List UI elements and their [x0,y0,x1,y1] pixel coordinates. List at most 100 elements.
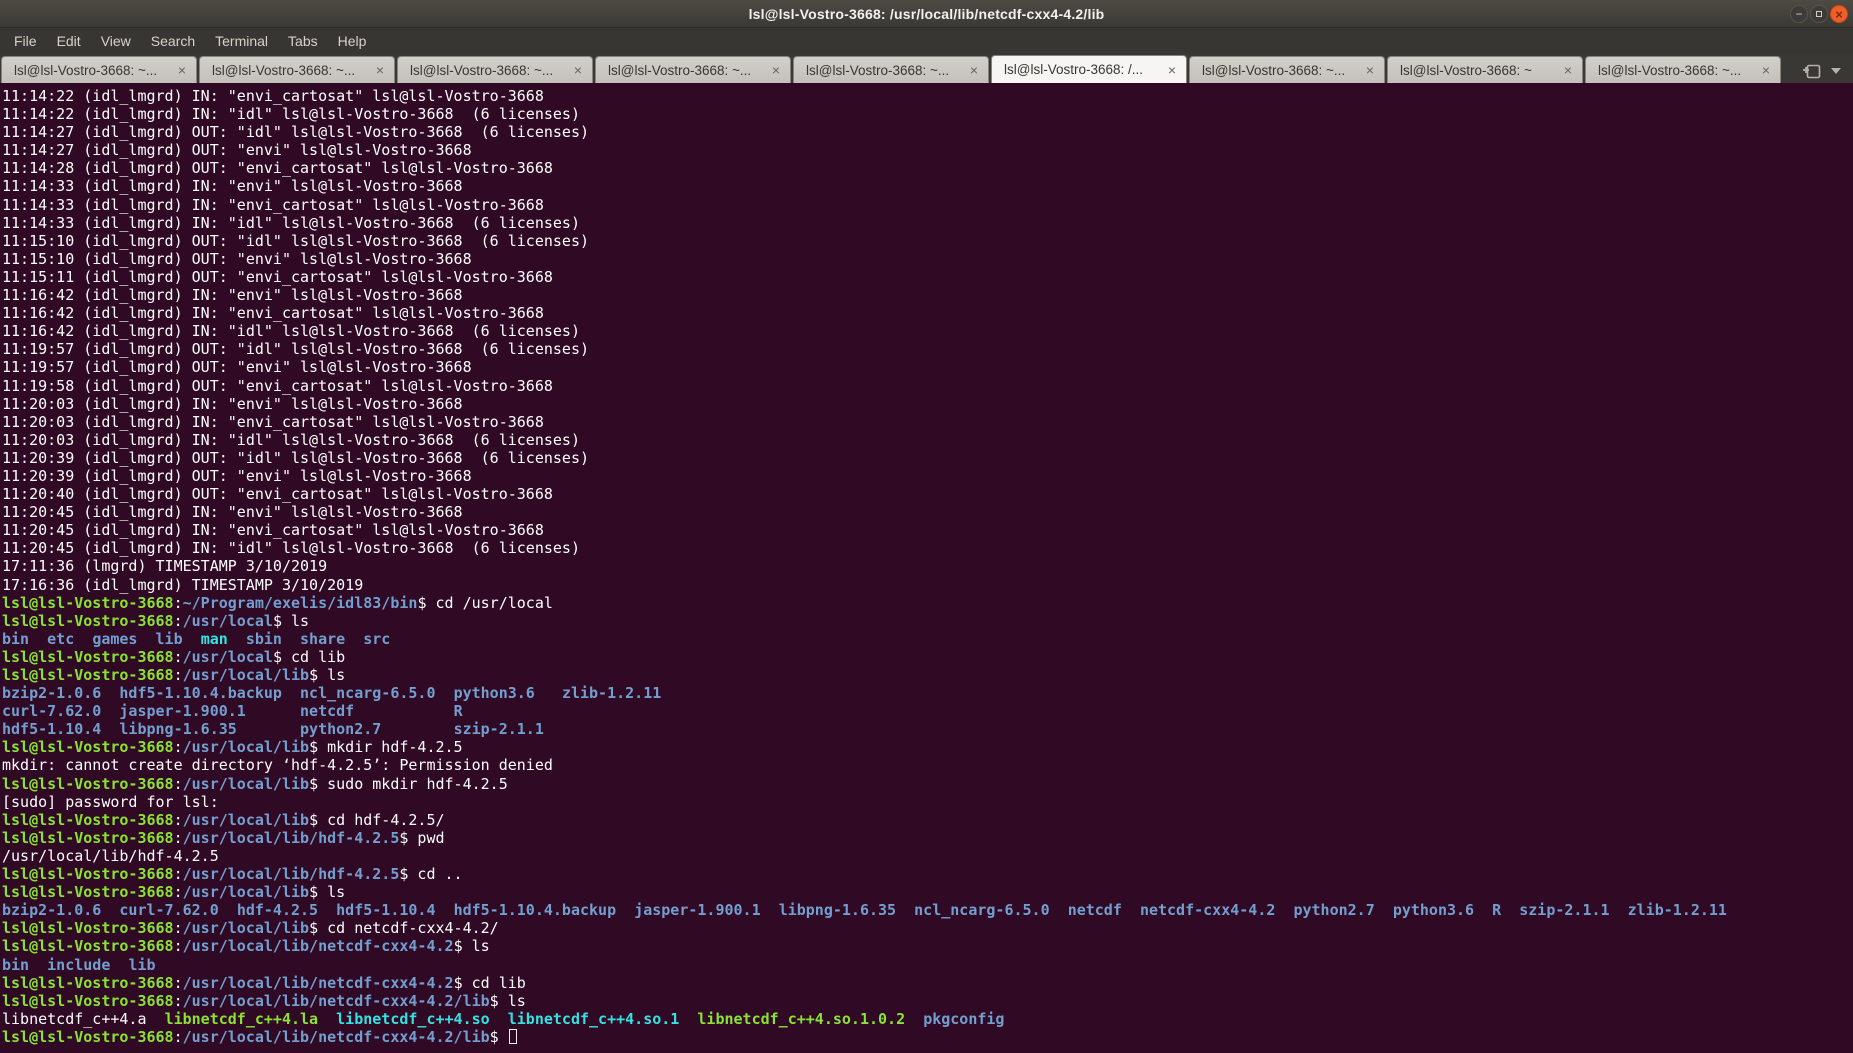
terminal-line: bin include lib [2,956,1853,974]
terminal-line: 11:14:27 (idl_lmgrd) OUT: "idl" lsl@lsl-… [2,123,1853,141]
terminal-line: 11:14:22 (idl_lmgrd) IN: "idl" lsl@lsl-V… [2,105,1853,123]
terminal-output[interactable]: 11:14:22 (idl_lmgrd) IN: "envi_cartosat"… [0,83,1853,1053]
menu-item-terminal[interactable]: Terminal [205,30,278,52]
terminal-tab-8[interactable]: lsl@lsl-Vostro-3668: ~ × [1387,56,1583,83]
terminal-line: lsl@lsl-Vostro-3668:~/Program/exelis/idl… [2,594,1853,612]
terminal-tab-2[interactable]: lsl@lsl-Vostro-3668: ~... × [199,56,395,83]
terminal-line: lsl@lsl-Vostro-3668:/usr/local/lib$ cd h… [2,811,1853,829]
terminal-tab-3[interactable]: lsl@lsl-Vostro-3668: ~... × [397,56,593,83]
terminal-cursor [509,1029,517,1044]
terminal-line: bzip2-1.0.6 curl-7.62.0 hdf-4.2.5 hdf5-1… [2,901,1853,919]
terminal-line: bin etc games lib man sbin share src [2,630,1853,648]
terminal-line: 11:16:42 (idl_lmgrd) IN: "envi_cartosat"… [2,304,1853,322]
terminal-line: lsl@lsl-Vostro-3668:/usr/local/lib$ mkdi… [2,738,1853,756]
tab-label: lsl@lsl-Vostro-3668: ~... [212,63,369,78]
menu-item-edit[interactable]: Edit [47,30,91,52]
tab-label: lsl@lsl-Vostro-3668: ~ [1400,63,1557,78]
tab-label: lsl@lsl-Vostro-3668: ~... [806,63,963,78]
tab-close-icon[interactable]: × [1165,62,1179,78]
close-icon[interactable]: × [1830,5,1848,23]
minimize-icon[interactable]: − [1790,5,1808,23]
terminal-tab-5[interactable]: lsl@lsl-Vostro-3668: ~... × [793,56,989,83]
tab-label: lsl@lsl-Vostro-3668: ~... [410,63,567,78]
menu-item-help[interactable]: Help [328,30,377,52]
maximize-icon[interactable] [1810,5,1828,23]
terminal-line: lsl@lsl-Vostro-3668:/usr/local/lib$ cd n… [2,919,1853,937]
terminal-line: lsl@lsl-Vostro-3668:/usr/local$ cd lib [2,648,1853,666]
terminal-line: 11:20:40 (idl_lmgrd) OUT: "envi_cartosat… [2,485,1853,503]
menu-item-search[interactable]: Search [141,30,205,52]
terminal-line: mkdir: cannot create directory ‘hdf-4.2.… [2,756,1853,774]
terminal-line: 11:15:10 (idl_lmgrd) OUT: "idl" lsl@lsl-… [2,232,1853,250]
tab-label: lsl@lsl-Vostro-3668: ~... [14,63,171,78]
terminal-line: 11:16:42 (idl_lmgrd) IN: "idl" lsl@lsl-V… [2,322,1853,340]
terminal-line: bzip2-1.0.6 hdf5-1.10.4.backup ncl_ncarg… [2,684,1853,702]
terminal-line: libnetcdf_c++4.a libnetcdf_c++4.la libne… [2,1010,1853,1028]
terminal-line: 11:20:39 (idl_lmgrd) OUT: "idl" lsl@lsl-… [2,449,1853,467]
terminal-line: 11:20:03 (idl_lmgrd) IN: "envi" lsl@lsl-… [2,395,1853,413]
terminal-line: 11:14:28 (idl_lmgrd) OUT: "envi_cartosat… [2,159,1853,177]
window-buttons: − × [1790,5,1848,23]
terminal-line: 11:19:57 (idl_lmgrd) OUT: "envi" lsl@lsl… [2,358,1853,376]
terminal-line: curl-7.62.0 jasper-1.900.1 netcdf R [2,702,1853,720]
tab-bar: lsl@lsl-Vostro-3668: ~...×lsl@lsl-Vostro… [0,54,1853,83]
terminal-tab-1[interactable]: lsl@lsl-Vostro-3668: ~... × [1,56,197,83]
terminal-line: 11:15:10 (idl_lmgrd) OUT: "envi" lsl@lsl… [2,250,1853,268]
tab-close-icon[interactable]: × [571,62,585,78]
terminal-line: lsl@lsl-Vostro-3668:/usr/local/lib/netcd… [2,937,1853,955]
terminal-line: 11:14:33 (idl_lmgrd) IN: "envi" lsl@lsl-… [2,177,1853,195]
terminal-tab-6[interactable]: lsl@lsl-Vostro-3668: /... × [991,55,1187,83]
tab-close-icon[interactable]: × [175,62,189,78]
terminal-line: 11:20:39 (idl_lmgrd) OUT: "envi" lsl@lsl… [2,467,1853,485]
tab-close-icon[interactable]: × [1561,62,1575,78]
tabbar-controls [1796,62,1853,83]
terminal-line: [sudo] password for lsl: [2,793,1853,811]
tab-label: lsl@lsl-Vostro-3668: /... [1004,62,1161,77]
tab-close-icon[interactable]: × [1363,62,1377,78]
terminal-line: 11:14:33 (idl_lmgrd) IN: "idl" lsl@lsl-V… [2,214,1853,232]
terminal-line: /usr/local/lib/hdf-4.2.5 [2,847,1853,865]
terminal-tab-7[interactable]: lsl@lsl-Vostro-3668: ~... × [1189,56,1385,83]
terminal-tab-4[interactable]: lsl@lsl-Vostro-3668: ~... × [595,56,791,83]
terminal-line: 11:20:45 (idl_lmgrd) IN: "envi_cartosat"… [2,521,1853,539]
terminal-line: 11:20:45 (idl_lmgrd) IN: "idl" lsl@lsl-V… [2,539,1853,557]
tab-label: lsl@lsl-Vostro-3668: ~... [608,63,765,78]
terminal-line: 17:16:36 (idl_lmgrd) TIMESTAMP 3/10/2019 [2,576,1853,594]
terminal-line: lsl@lsl-Vostro-3668:/usr/local/lib$ ls [2,666,1853,684]
terminal-line: lsl@lsl-Vostro-3668:/usr/local/lib/netcd… [2,992,1853,1010]
terminal-line: 11:20:45 (idl_lmgrd) IN: "envi" lsl@lsl-… [2,503,1853,521]
terminal-line: 11:20:03 (idl_lmgrd) IN: "envi_cartosat"… [2,413,1853,431]
terminal-line: lsl@lsl-Vostro-3668:/usr/local/lib$ sudo… [2,775,1853,793]
menubar: FileEditViewSearchTerminalTabsHelp [0,28,1853,54]
new-tab-icon[interactable] [1802,62,1821,79]
terminal-line: lsl@lsl-Vostro-3668:/usr/local/lib/netcd… [2,974,1853,992]
chevron-down-icon[interactable] [1831,68,1841,74]
tab-close-icon[interactable]: × [1759,62,1773,78]
terminal-tab-9[interactable]: lsl@lsl-Vostro-3668: ~... × [1585,56,1781,83]
terminal-line: lsl@lsl-Vostro-3668:/usr/local$ ls [2,612,1853,630]
terminal-line: 11:14:22 (idl_lmgrd) IN: "envi_cartosat"… [2,87,1853,105]
menu-item-tabs[interactable]: Tabs [278,30,328,52]
terminal-line: 11:15:11 (idl_lmgrd) OUT: "envi_cartosat… [2,268,1853,286]
titlebar[interactable]: lsl@lsl-Vostro-3668: /usr/local/lib/netc… [0,0,1853,28]
tab-close-icon[interactable]: × [373,62,387,78]
terminal-line: 11:19:57 (idl_lmgrd) OUT: "idl" lsl@lsl-… [2,340,1853,358]
terminal-line: 11:19:58 (idl_lmgrd) OUT: "envi_cartosat… [2,377,1853,395]
terminal-line: lsl@lsl-Vostro-3668:/usr/local/lib$ ls [2,883,1853,901]
menu-item-file[interactable]: File [4,30,47,52]
terminal-line: lsl@lsl-Vostro-3668:/usr/local/lib/netcd… [2,1028,1853,1046]
terminal-line: lsl@lsl-Vostro-3668:/usr/local/lib/hdf-4… [2,829,1853,847]
terminal-line: 11:14:33 (idl_lmgrd) IN: "envi_cartosat"… [2,196,1853,214]
terminal-line: 11:14:27 (idl_lmgrd) OUT: "envi" lsl@lsl… [2,141,1853,159]
terminal-line: 11:20:03 (idl_lmgrd) IN: "idl" lsl@lsl-V… [2,431,1853,449]
tab-close-icon[interactable]: × [967,62,981,78]
tab-label: lsl@lsl-Vostro-3668: ~... [1202,63,1359,78]
terminal-line: lsl@lsl-Vostro-3668:/usr/local/lib/hdf-4… [2,865,1853,883]
window-title: lsl@lsl-Vostro-3668: /usr/local/lib/netc… [749,6,1105,22]
tab-close-icon[interactable]: × [769,62,783,78]
menu-item-view[interactable]: View [91,30,141,52]
tab-label: lsl@lsl-Vostro-3668: ~... [1598,63,1755,78]
terminal-line: 17:11:36 (lmgrd) TIMESTAMP 3/10/2019 [2,557,1853,575]
terminal-line: hdf5-1.10.4 libpng-1.6.35 python2.7 szip… [2,720,1853,738]
terminal-line: 11:16:42 (idl_lmgrd) IN: "envi" lsl@lsl-… [2,286,1853,304]
